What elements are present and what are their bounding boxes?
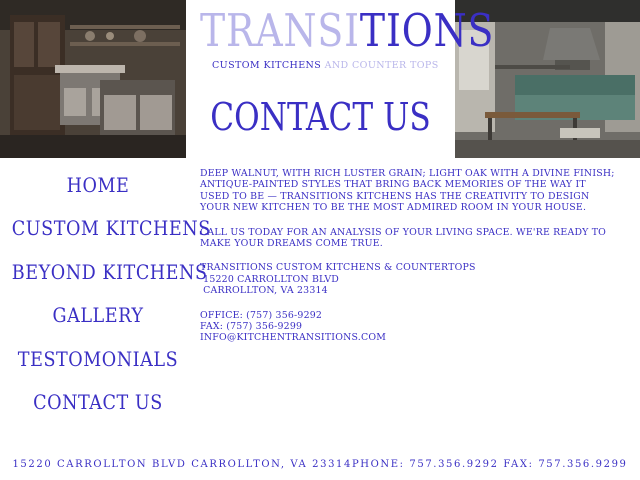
nav-item-home[interactable]: HOME <box>12 170 184 213</box>
brand-name-light: TRANSI <box>200 4 360 57</box>
tagline-light: AND COUNTER TOPS <box>321 60 439 71</box>
nav-item-contact-us[interactable]: CONTACT US <box>12 387 184 430</box>
fax-number: Fax: (757) 356-9299 <box>200 321 303 333</box>
intro-paragraph: Deep walnut, with rich luster grain; lig… <box>200 168 615 214</box>
company-name: Transitions Custom Kitchens & Countertop… <box>200 262 476 274</box>
city-address: Carrollton, VA 23314 <box>200 285 328 297</box>
brand-tagline: CUSTOM KITCHENS AND COUNTER TOPS <box>212 60 439 71</box>
nav-item-testimonials[interactable]: TESTOMONIALS <box>12 344 184 387</box>
office-phone: Office: (757) 356-9292 <box>200 309 323 321</box>
brand-name-dark: TIONS <box>359 4 495 57</box>
kitchen-photo-left <box>0 0 186 158</box>
address-block: Transitions Custom Kitchens & Countertop… <box>200 262 618 296</box>
brand-logo[interactable]: TRANSITIONS <box>200 4 493 58</box>
page-title: CONTACT US <box>210 95 431 139</box>
contact-content: Deep walnut, with rich luster grain; lig… <box>200 168 618 357</box>
email-link[interactable]: info@kitchentransitions.com <box>200 332 618 343</box>
nav-item-gallery[interactable]: GALLERY <box>12 300 184 343</box>
nav-item-custom-kitchens[interactable]: CUSTOM KITCHENS <box>12 213 211 256</box>
contact-block: Office: (757) 356-9292 Fax: (757) 356-92… <box>200 310 618 344</box>
main-nav: HOME CUSTOM KITCHENS BEYOND KITCHENS GAL… <box>0 170 211 430</box>
street-address: 15220 Carrollton Blvd <box>200 273 340 285</box>
call-to-action-paragraph: Call us today for an analysis of your li… <box>200 226 607 250</box>
footer-address: 15220 CARROLLTON BLVD CARROLLTON, VA 233… <box>12 459 628 470</box>
tagline-dark: CUSTOM KITCHENS <box>212 60 322 71</box>
nav-item-beyond-kitchens[interactable]: BEYOND KITCHENS <box>12 257 207 300</box>
